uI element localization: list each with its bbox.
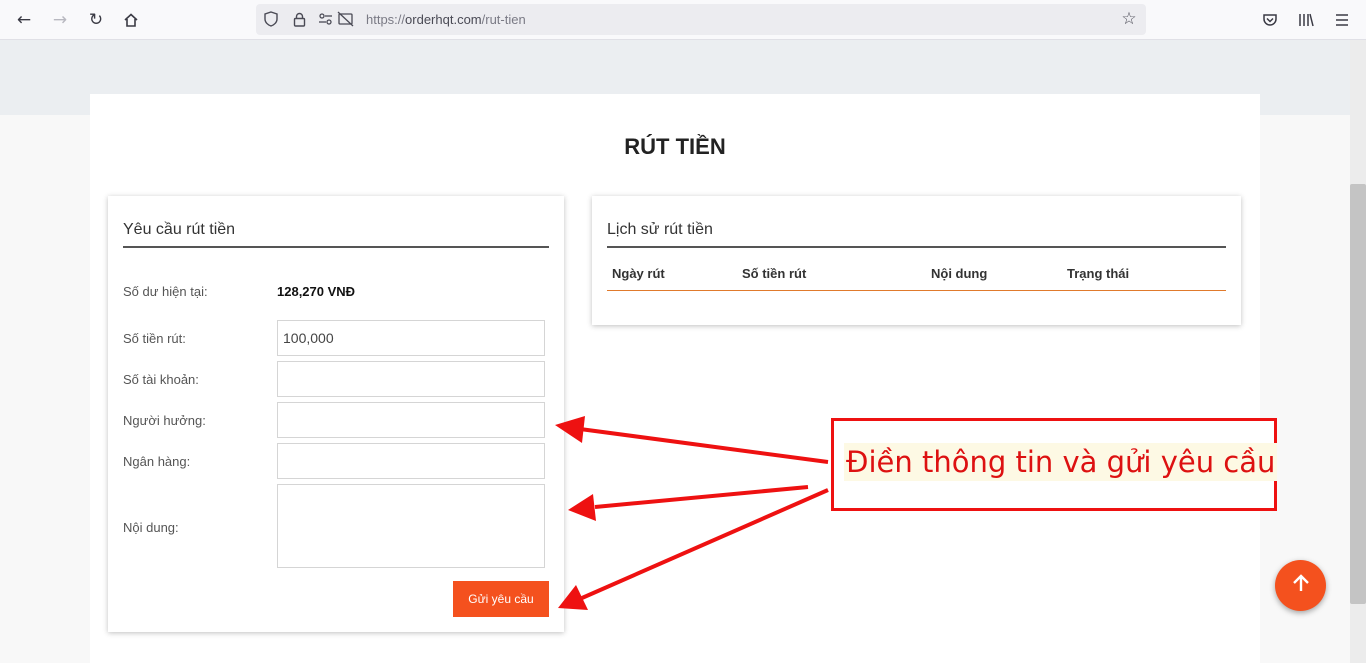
page-title: RÚT TIỀN xyxy=(624,134,726,159)
reload-icon[interactable]: ↻ xyxy=(84,8,108,32)
amount-label: Số tiền rút: xyxy=(123,331,186,346)
content-label: Nội dung: xyxy=(123,520,179,535)
heading-divider xyxy=(123,246,549,248)
withdraw-request-card: Yêu cầu rút tiền Số dư hiện tại: 128,270… xyxy=(108,196,564,632)
balance-label: Số dư hiện tại: xyxy=(123,284,208,299)
beneficiary-input[interactable] xyxy=(277,402,545,438)
content-textarea[interactable] xyxy=(277,484,545,568)
withdraw-form-heading: Yêu cầu rút tiền xyxy=(123,221,236,238)
account-number-label: Số tài khoản: xyxy=(123,372,199,387)
bank-input[interactable] xyxy=(277,443,545,479)
url-path: /rut-tien xyxy=(481,12,526,27)
balance-value: 128,270 VNĐ xyxy=(277,284,356,299)
column-status: Trạng thái xyxy=(1067,266,1130,281)
scroll-top-button[interactable] xyxy=(1275,560,1326,611)
column-date: Ngày rút xyxy=(612,266,665,281)
url-prefix: https:// xyxy=(366,12,406,27)
library-icon[interactable] xyxy=(1294,8,1318,32)
column-amount: Số tiền rút xyxy=(742,266,807,281)
url-text[interactable]: https://orderhqt.com/rut-tien xyxy=(366,12,526,27)
account-number-input[interactable] xyxy=(277,361,545,397)
column-content: Nội dung xyxy=(931,266,988,281)
hamburger-menu-icon[interactable] xyxy=(1330,8,1354,32)
lock-icon[interactable] xyxy=(288,8,310,30)
arrow-up-icon xyxy=(1290,571,1312,601)
url-host: orderhqt.com xyxy=(405,12,482,27)
bank-label: Ngân hàng: xyxy=(123,454,191,469)
star-icon[interactable]: ☆ xyxy=(1118,8,1140,30)
history-heading: Lịch sử rút tiền xyxy=(607,221,713,238)
browser-toolbar: ← → ↻ https://orderhqt.com/rut-tien ☆ xyxy=(0,0,1366,40)
scrollbar-thumb[interactable] xyxy=(1350,184,1366,604)
url-bar[interactable]: https://orderhqt.com/rut-tien ☆ xyxy=(256,4,1146,35)
withdraw-history-card: Lịch sử rút tiền Ngày rút Số tiền rút Nộ… xyxy=(592,196,1241,325)
table-header-divider xyxy=(607,290,1226,291)
arrow-right-icon[interactable]: → xyxy=(48,8,72,32)
history-heading-divider xyxy=(607,246,1226,248)
permissions-icon[interactable] xyxy=(316,8,356,30)
amount-input[interactable] xyxy=(277,320,545,356)
home-icon[interactable] xyxy=(119,8,143,32)
annotation-callout: Điền thông tin và gửi yêu cầu xyxy=(831,418,1278,511)
pocket-icon[interactable] xyxy=(1258,8,1282,32)
arrow-left-icon[interactable]: ← xyxy=(12,8,36,32)
annotation-text: Điền thông tin và gửi yêu cầu xyxy=(844,443,1278,481)
shield-icon[interactable] xyxy=(260,8,282,30)
beneficiary-label: Người hưởng: xyxy=(123,413,206,428)
submit-request-button[interactable]: Gửi yêu cầu xyxy=(453,581,549,617)
